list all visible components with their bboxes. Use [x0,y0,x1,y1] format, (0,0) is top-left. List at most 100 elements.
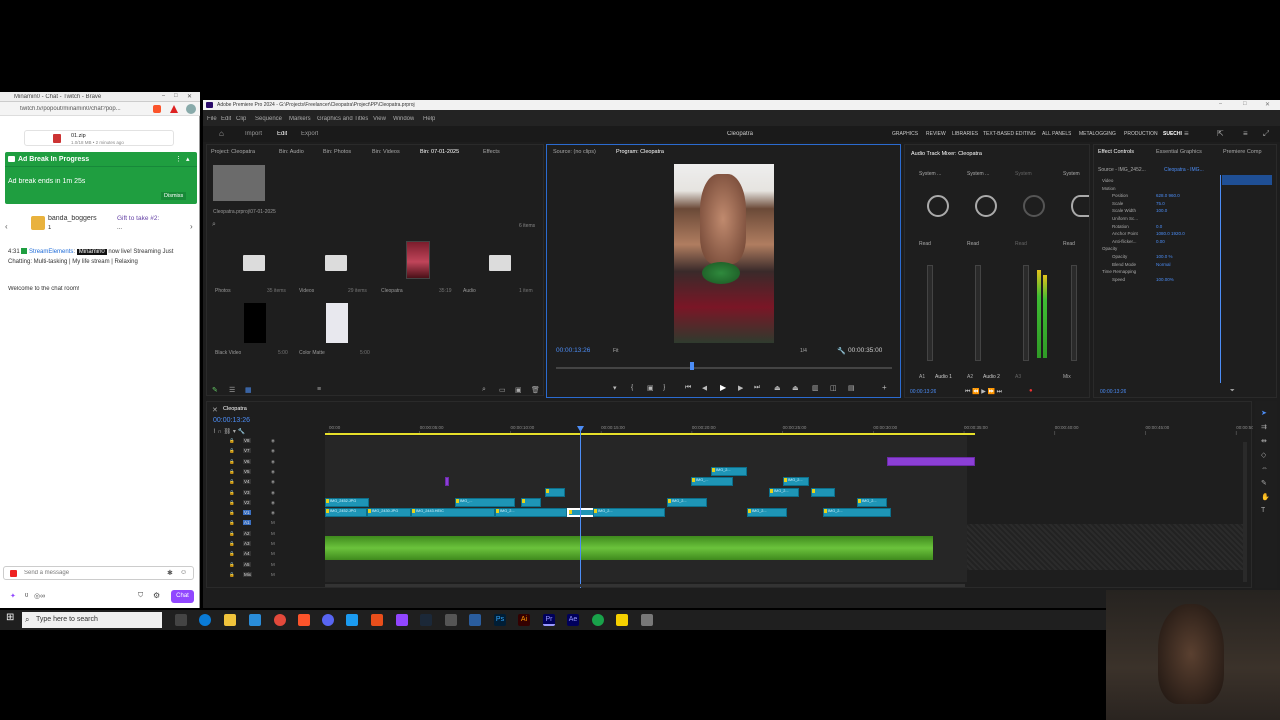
obs-icon[interactable] [396,614,408,626]
tab-premiere-comp[interactable]: Premiere Comp [1223,149,1262,155]
track-label[interactable]: A4 [243,551,251,557]
track-lock-icon[interactable]: 🔒 [229,531,235,537]
timeline-clip[interactable]: IMG_2452.JPG [325,508,367,518]
track-lock-icon[interactable]: 🔒 [229,500,235,506]
sticky-notes-icon[interactable] [616,614,628,626]
effect-property-value[interactable]: 100.0 [1156,208,1167,213]
track-lock-icon[interactable]: 🔒 [229,520,235,526]
ws-metalogging[interactable]: METALOGGING [1079,131,1116,137]
fader-track-4[interactable] [1071,265,1077,361]
timeline-clip[interactable]: IMG_2443.HEIC [411,508,495,518]
taskbar-search[interactable]: ⌕ Type here to search [22,612,162,628]
effect-row[interactable]: Scale 75.0 [1098,201,1218,209]
eye-icon[interactable]: ◉ [271,479,275,485]
nav-export[interactable]: Export [301,131,318,137]
track-lock-icon[interactable]: 🔒 [229,551,235,557]
effect-property-value[interactable]: 100.0 % [1156,254,1173,259]
mixer-ch1-name[interactable]: System ... [919,171,941,177]
effect-row[interactable]: Rotation 0.0 [1098,224,1218,232]
tab-project[interactable]: Project: Cleopatra [211,149,255,155]
track-lock-icon[interactable]: 🔒 [229,541,235,547]
effect-property-value[interactable]: 0.00 [1156,239,1165,244]
pen-icon[interactable]: ✎ [1261,479,1267,487]
message-mention[interactable]: Minamin0 [76,249,107,255]
sequence-thumbnail[interactable] [406,241,430,279]
transition-marker[interactable] [445,477,449,487]
illustrator-icon[interactable]: Ai [518,614,530,626]
track-lock-icon[interactable]: 🔒 [229,438,235,444]
tab-bin-videos[interactable]: Bin: Videos [372,149,400,155]
effect-property-value[interactable]: 1080.0 1920.0 [1156,231,1185,236]
pan-knob-4[interactable] [1071,195,1089,217]
gift-user[interactable]: banda_boggers [48,215,97,222]
lift-icon[interactable]: ⏏ [774,384,781,392]
track-label[interactable]: V7 [243,448,251,454]
ws-suechi[interactable]: SUECHI [1163,131,1182,137]
effect-row[interactable]: Anchor Point 1080.0 1920.0 [1098,231,1218,239]
pan-knob-1[interactable] [927,195,949,217]
brave-icon[interactable] [298,614,310,626]
step-back-icon[interactable]: ◀ [702,384,707,392]
timeline-v-scrollbar[interactable] [1243,442,1247,582]
snip-tool-icon[interactable] [641,614,653,626]
selection-tool-icon[interactable]: ➤ [1261,409,1267,417]
tab-timeline-sequence[interactable]: Cleopatra [223,406,247,412]
black-video-thumbnail[interactable] [244,303,266,343]
track-lock-icon[interactable]: 🔒 [229,572,235,578]
pr-minimize-icon[interactable]: – [1219,101,1222,107]
icon-view-icon[interactable]: ▦ [245,386,252,394]
eye-icon[interactable]: ◉ [271,459,275,465]
tab-bin-date[interactable]: Bin: 07-01-2025 [420,149,459,155]
color-matte-thumbnail[interactable] [326,303,348,343]
comparison-icon[interactable]: ▥ [812,384,819,392]
track-label[interactable]: V6 [243,458,251,464]
tab-effect-controls[interactable]: Effect Controls [1098,149,1134,155]
pan-knob-2[interactable] [975,195,997,217]
program-timecode[interactable]: 00:00:13:26 [556,347,590,354]
menu-sequence[interactable]: Sequence [255,116,282,122]
effect-row[interactable]: Video [1098,178,1218,186]
nav-edit[interactable]: Edit [277,131,287,137]
shield-icon[interactable]: ⛉ [138,592,143,600]
search-icon[interactable]: ⌕ [212,221,216,229]
effect-row[interactable]: Position 628.0 960.0 [1098,193,1218,201]
ws-production[interactable]: PRODUCTION [1124,131,1158,137]
effect-row[interactable]: Time Remapping [1098,269,1218,277]
effect-sequence[interactable]: Cleopatra - IMG... [1164,167,1204,173]
sort-icon[interactable]: ≡ [317,386,321,393]
mixer-ch3-name[interactable]: System [1015,171,1032,177]
task-view-icon[interactable] [175,614,187,626]
download-icon[interactable] [186,104,196,114]
track-lock-icon[interactable]: 🔒 [229,562,235,568]
pr-close-icon[interactable]: ✕ [1265,101,1270,108]
share-icon[interactable]: ⇱ [1217,129,1224,138]
effect-source[interactable]: Source - IMG_2452... [1098,167,1146,173]
mixer-ch4-mode[interactable]: Read [1063,241,1075,247]
nav-import[interactable]: Import [245,131,262,137]
mute-icon[interactable]: M [271,520,275,525]
chat-message-input[interactable]: Send a message ✱ ☺ [3,566,194,580]
ws-all-panels[interactable]: ALL PANELS [1042,131,1071,137]
track-lock-icon[interactable]: 🔒 [229,469,235,475]
hamburger-icon[interactable]: ≡ [1243,129,1248,138]
fullscreen-icon[interactable]: ⤢ [1263,129,1269,139]
channel-points-icon[interactable]: ✦ [10,592,16,600]
menu-clip[interactable]: Clip [236,116,246,122]
program-playhead[interactable] [690,362,695,370]
file-explorer-icon[interactable] [224,614,236,626]
timeline-clip[interactable]: IMG_... [455,497,515,507]
step-forward-icon[interactable]: ▶ [738,384,743,392]
safe-margins-icon[interactable]: ▣ [647,384,654,392]
track-lock-icon[interactable]: 🔒 [229,479,235,485]
emote-icon[interactable]: ☺ [180,569,187,576]
after-effects-icon[interactable]: Ae [567,614,579,626]
mixer-ch1-mode[interactable]: Read [919,241,931,247]
tab-bin-photos[interactable]: Bin: Photos [323,149,351,155]
add-button-icon[interactable]: + [882,383,887,392]
mute-icon[interactable]: M [271,572,275,577]
effect-property-value[interactable]: Normal [1156,262,1171,267]
warning-icon[interactable] [170,105,178,113]
track-lock-icon[interactable]: 🔒 [229,490,235,496]
discord-icon[interactable] [322,614,334,626]
bin-audio-icon[interactable] [489,255,511,271]
